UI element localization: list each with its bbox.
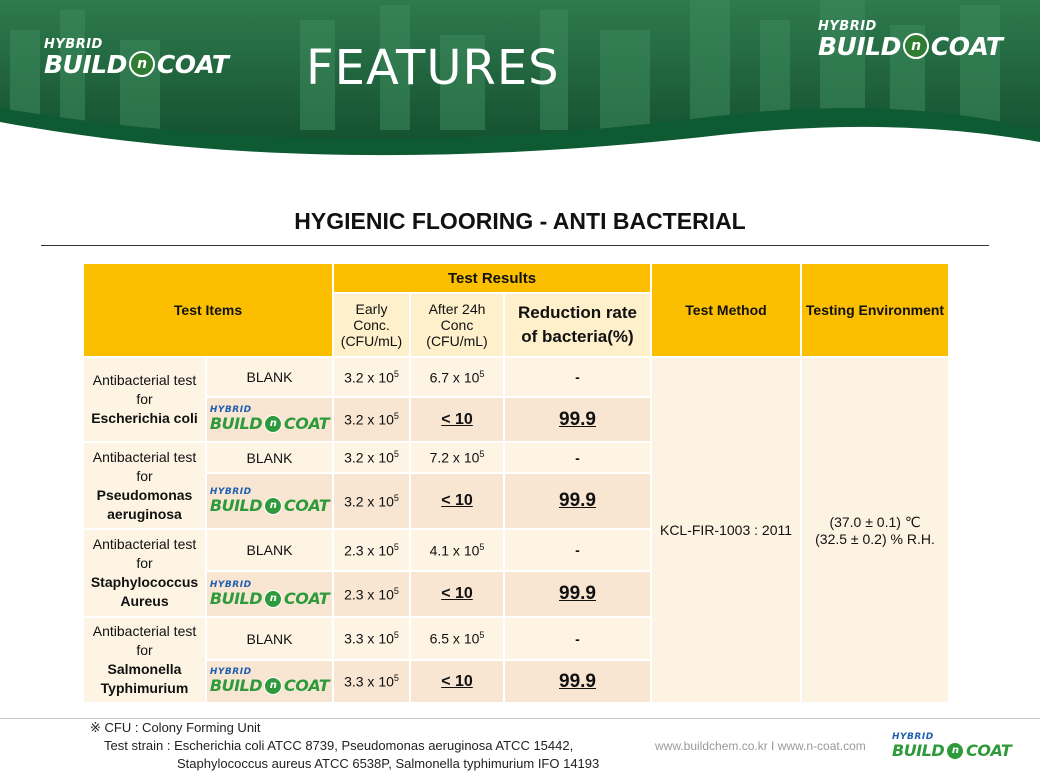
blank-reduction: - (503, 356, 652, 398)
header-test-results: Test Results (332, 262, 652, 294)
header-test-items: Test Items (82, 262, 334, 358)
test-item-prefix: Antibacterial test for (92, 372, 197, 407)
env-temperature: (37.0 ± 0.1) ℃ (829, 513, 921, 530)
blank-label: BLANK (205, 356, 334, 398)
brand-logo-right: HYBRID BUILD n COAT (818, 20, 1003, 61)
blank-early-conc: 2.3 x 105 (332, 528, 411, 572)
footnote-test-strain-cont: Staphylococcus aureus ATCC 6538P, Salmon… (177, 756, 600, 771)
test-results-table: Test Items Test Results Test Method Test… (82, 262, 950, 704)
test-item-cell: Antibacterial test for Staphylococcus Au… (82, 528, 207, 618)
product-logo: HYBRID BUILD n COAT (209, 579, 330, 608)
header-banner: HYBRID BUILD n COAT FEATURES HYBRID BUIL… (0, 0, 1040, 168)
test-item-organism: Escherichia coli (91, 410, 198, 426)
product-logo-cell: HYBRID BUILD n COAT (205, 570, 334, 618)
blank-after-conc: 6.5 x 105 (409, 616, 505, 661)
blank-label: BLANK (205, 441, 334, 474)
logo-n-emblem: n (128, 51, 155, 77)
blank-early-conc: 3.2 x 105 (332, 441, 411, 474)
footer-url: www.buildchem.co.kr I www.n-coat.com (655, 739, 866, 753)
product-logo-cell: HYBRID BUILD n COAT (205, 472, 334, 530)
blank-after-conc: 6.7 x 105 (409, 356, 505, 398)
product-after-conc: < 10 (409, 659, 505, 704)
blank-early-conc: 3.3 x 105 (332, 616, 411, 661)
product-logo: HYBRID BUILD n COAT (209, 405, 330, 433)
test-item-organism: Pseudomonas aeruginosa (96, 486, 193, 522)
product-logo: HYBRID BUILD n COAT (209, 667, 330, 695)
blank-reduction: - (503, 528, 652, 572)
footer-brand-logo: HYBRID BUILD n COAT (892, 732, 1012, 760)
product-early-conc: 3.2 x 105 (332, 396, 411, 443)
logo-n-emblem: n (902, 33, 929, 59)
product-early-conc: 2.3 x 105 (332, 570, 411, 618)
logo-coat-text: COAT (930, 31, 1003, 61)
env-humidity: (32.5 ± 0.2) % R.H. (815, 530, 935, 547)
test-item-organism: Salmonella Typhimurium (100, 661, 189, 696)
header-testing-environment: Testing Environment (800, 262, 950, 358)
blank-after-conc: 7.2 x 105 (409, 441, 505, 474)
product-early-conc: 3.2 x 105 (332, 472, 411, 530)
product-after-conc: < 10 (409, 472, 505, 530)
testing-environment-value: (37.0 ± 0.1) ℃ (32.5 ± 0.2) % R.H. (800, 356, 950, 704)
product-early-conc: 3.3 x 105 (332, 659, 411, 704)
blank-label: BLANK (205, 616, 334, 661)
product-logo-cell: HYBRID BUILD n COAT (205, 659, 334, 704)
divider (41, 245, 989, 246)
test-item-organism: Staphylococcus Aureus (90, 574, 199, 609)
test-method-value: KCL-FIR-1003 : 2011 (650, 356, 802, 704)
footnote-test-strain: Test strain : Escherichia coli ATCC 8739… (104, 738, 574, 753)
test-item-cell: Antibacterial test for Pseudomonas aerug… (82, 441, 207, 530)
page-title: FEATURES (306, 40, 560, 96)
header-after-24h-conc: After 24h Conc (CFU/mL) (409, 292, 505, 358)
test-item-prefix: Antibacterial test for (92, 623, 197, 658)
footnote-cfu: ※ CFU : Colony Forming Unit (90, 720, 261, 735)
blank-reduction: - (503, 441, 652, 474)
header-test-method: Test Method (650, 262, 802, 358)
footer-divider (0, 718, 1040, 719)
product-reduction: 99.9 (503, 570, 652, 618)
product-logo-cell: HYBRID BUILD n COAT (205, 396, 334, 443)
header-reduction-rate: Reduction rate of bacteria(%) (503, 292, 652, 358)
blank-early-conc: 3.2 x 105 (332, 356, 411, 398)
brand-logo-left: HYBRID BUILD n COAT (44, 38, 229, 79)
product-logo: HYBRID BUILD n COAT (209, 486, 330, 515)
product-after-conc: < 10 (409, 396, 505, 443)
blank-label: BLANK (205, 528, 334, 572)
blank-reduction: - (503, 616, 652, 661)
test-item-cell: Antibacterial test for Salmonella Typhim… (82, 616, 207, 704)
product-reduction: 99.9 (503, 472, 652, 530)
blank-after-conc: 4.1 x 105 (409, 528, 505, 572)
header-early-conc: Early Conc. (CFU/mL) (332, 292, 411, 358)
test-item-prefix: Antibacterial test for (92, 536, 197, 571)
logo-build-text: BUILD (818, 31, 901, 61)
product-reduction: 99.9 (503, 659, 652, 704)
section-title: HYGIENIC FLOORING - ANTI BACTERIAL (294, 208, 746, 234)
product-reduction: 99.9 (503, 396, 652, 443)
logo-build-text: BUILD (44, 49, 127, 79)
product-after-conc: < 10 (409, 570, 505, 618)
logo-coat-text: COAT (156, 49, 229, 79)
test-item-cell: Antibacterial test for Escherichia coli (82, 356, 207, 443)
test-item-prefix: Antibacterial test for (92, 448, 197, 484)
